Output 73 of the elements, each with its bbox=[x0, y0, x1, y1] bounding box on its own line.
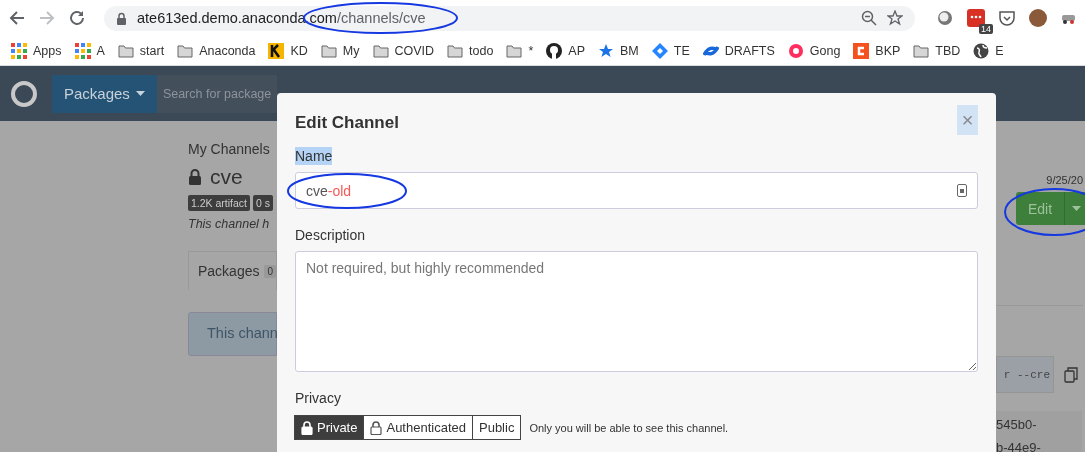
avatar-icon[interactable] bbox=[1029, 9, 1047, 27]
apps-grid-icon bbox=[11, 42, 27, 59]
gong-logo-icon bbox=[787, 42, 804, 59]
id-text: b-44e9- bbox=[996, 439, 1042, 452]
k-logo-icon bbox=[268, 42, 285, 59]
folder-icon bbox=[320, 42, 337, 59]
bookmark[interactable]: E bbox=[973, 42, 1004, 59]
globe-icon bbox=[973, 42, 990, 59]
ring-logo-icon bbox=[10, 79, 38, 108]
back-icon[interactable] bbox=[8, 9, 26, 27]
extension-icon[interactable] bbox=[967, 9, 985, 27]
shield-icon[interactable] bbox=[999, 10, 1015, 26]
url-path: /channels/cve bbox=[336, 10, 426, 26]
zoom-out-icon[interactable] bbox=[861, 10, 877, 26]
bookmark[interactable]: TE bbox=[651, 42, 690, 59]
bookmark[interactable]: Gong bbox=[787, 42, 841, 59]
channel-description: This channel h bbox=[188, 217, 270, 231]
star-icon[interactable] bbox=[887, 10, 903, 26]
bookmark[interactable]: DRAFTS bbox=[702, 42, 775, 59]
bookmark[interactable]: Anaconda bbox=[177, 42, 256, 59]
copy-icon[interactable] bbox=[1064, 366, 1078, 383]
bookmark[interactable]: My bbox=[320, 42, 360, 59]
diamond-icon bbox=[651, 42, 668, 59]
car-icon[interactable] bbox=[1061, 12, 1077, 24]
privacy-label: Privacy bbox=[295, 389, 341, 407]
folder-icon bbox=[177, 42, 194, 59]
folder-icon bbox=[372, 42, 389, 59]
contact-card-icon[interactable] bbox=[957, 184, 967, 197]
count-badge: 0 s bbox=[253, 195, 274, 211]
lock-icon bbox=[116, 11, 127, 25]
count-badge: 1.2K artifact bbox=[188, 195, 251, 211]
privacy-help-text: Only you will be able to see this channel. bbox=[529, 421, 729, 434]
name-label: Name bbox=[295, 147, 333, 165]
bookmark[interactable]: start bbox=[117, 42, 165, 59]
id-text: 545b0- bbox=[996, 416, 1038, 434]
channel-title: cve bbox=[210, 165, 243, 189]
bookmark[interactable]: BKP bbox=[853, 42, 901, 59]
caret-icon bbox=[135, 91, 145, 96]
description-field[interactable]: Not required, but highly recommended bbox=[295, 251, 978, 372]
folder-icon bbox=[447, 42, 464, 59]
bookmark[interactable]: COVID bbox=[372, 42, 435, 59]
date-text: 9/25/20 bbox=[1046, 174, 1083, 186]
privacy-option[interactable]: Authenticated bbox=[363, 415, 473, 440]
name-field[interactable]: cve-old bbox=[295, 172, 978, 209]
caret-icon bbox=[1071, 206, 1081, 211]
lock-icon bbox=[301, 420, 313, 435]
privacy-option[interactable]: Public bbox=[472, 415, 522, 440]
dialog-title: Edit Channel bbox=[295, 113, 399, 133]
bookmark[interactable]: KD bbox=[268, 42, 308, 59]
bookmark[interactable]: * bbox=[506, 42, 534, 59]
c-logo-icon bbox=[853, 42, 870, 59]
bookmark[interactable]: Apps bbox=[11, 42, 62, 59]
packages-menu[interactable]: Packages bbox=[52, 74, 157, 113]
dropdown-button[interactable] bbox=[1064, 192, 1085, 225]
folder-icon bbox=[117, 42, 134, 59]
bookmark[interactable]: A bbox=[74, 42, 105, 59]
count-badge: 14 bbox=[979, 24, 993, 34]
bookmark[interactable]: AP bbox=[546, 42, 585, 59]
lock-icon bbox=[370, 420, 383, 435]
info-alert: This chann bbox=[188, 312, 277, 356]
bookmark[interactable]: BM bbox=[598, 42, 639, 59]
reload-icon[interactable] bbox=[68, 9, 86, 27]
bookmark[interactable]: TBD bbox=[913, 42, 961, 59]
bookmark[interactable]: todo bbox=[447, 42, 494, 59]
privacy-option[interactable]: Private bbox=[294, 415, 365, 440]
folder-icon bbox=[913, 42, 930, 59]
command-field[interactable]: r --cre bbox=[996, 356, 1054, 393]
folder-icon bbox=[506, 42, 523, 59]
star-icon bbox=[598, 42, 614, 59]
breadcrumb[interactable]: My Channels bbox=[188, 141, 270, 157]
description-label: Description bbox=[295, 226, 366, 244]
apps-grid-icon bbox=[74, 42, 91, 59]
circle-extension-icon[interactable] bbox=[937, 10, 953, 26]
